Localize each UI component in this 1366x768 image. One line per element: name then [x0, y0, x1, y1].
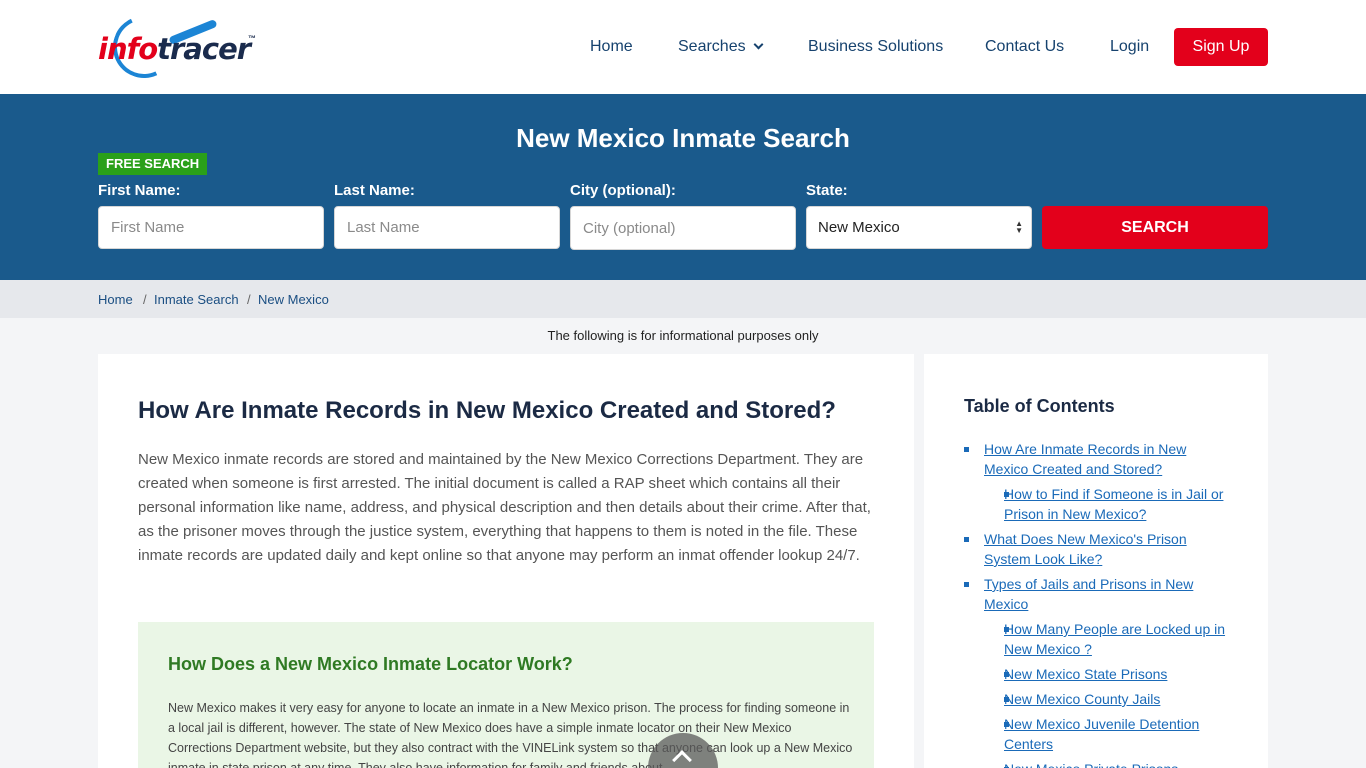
page-title: New Mexico Inmate Search: [516, 123, 850, 153]
state-label: State:: [806, 182, 848, 199]
locator-paragraph: New Mexico makes it very easy for anyone…: [168, 701, 853, 768]
search-button[interactable]: SEARCH: [1042, 206, 1268, 249]
nav-searches[interactable]: Searches: [678, 28, 764, 66]
article-paragraph: New Mexico inmate records are stored and…: [138, 451, 871, 564]
city-input[interactable]: [570, 206, 796, 250]
breadcrumb-separator: /: [247, 292, 251, 307]
nav-login[interactable]: Login: [1110, 28, 1149, 66]
chevron-down-icon: [753, 39, 764, 50]
informational-note: The following is for informational purpo…: [547, 328, 819, 343]
breadcrumb-home[interactable]: Home: [98, 292, 133, 307]
sign-up-button[interactable]: Sign Up: [1174, 28, 1268, 66]
toc-link[interactable]: What Does New Mexico's Prison System Loo…: [984, 529, 1229, 569]
nav-contact-us[interactable]: Contact Us: [985, 28, 1064, 66]
logo-wordmark: infotracer: [98, 32, 251, 66]
infotracer-logo[interactable]: infotracer ™: [98, 7, 263, 87]
table-of-contents: Table of Contents How Are Inmate Records…: [924, 354, 1268, 768]
toc-link[interactable]: New Mexico State Prisons: [1004, 664, 1234, 684]
first-name-input[interactable]: [98, 206, 324, 249]
toc-link[interactable]: New Mexico County Jails: [1004, 689, 1234, 709]
site-header: infotracer ™ Home Searches Business Solu…: [0, 0, 1366, 94]
breadcrumb-new-mexico[interactable]: New Mexico: [258, 292, 329, 307]
toc-link[interactable]: Types of Jails and Prisons in New Mexico: [984, 574, 1204, 614]
logo-info-text: info: [98, 32, 158, 66]
toc-link[interactable]: How to Find if Someone is in Jail or Pri…: [1004, 484, 1249, 524]
breadcrumb: Home / Inmate Search / New Mexico: [0, 280, 1366, 318]
search-hero: New Mexico Inmate Search FREE SEARCH Fir…: [0, 94, 1366, 280]
nav-searches-label: Searches: [678, 38, 746, 55]
toc-bullet-icon: [964, 537, 969, 542]
toc-link[interactable]: New Mexico Private Prisons: [1004, 759, 1234, 768]
free-search-badge: FREE SEARCH: [98, 153, 208, 175]
toc-bullet-icon: [964, 447, 969, 452]
toc-title: Table of Contents: [964, 396, 1115, 416]
article-card: How Are Inmate Records in New Mexico Cre…: [98, 354, 914, 768]
locator-heading: How Does a New Mexico Inmate Locator Wor…: [168, 654, 573, 674]
toc-link[interactable]: How Are Inmate Records in New Mexico Cre…: [984, 439, 1229, 479]
nav-home[interactable]: Home: [590, 28, 633, 66]
last-name-label: Last Name:: [334, 182, 415, 199]
last-name-input[interactable]: [334, 206, 560, 249]
select-arrows-icon: ▲ ▼: [1015, 219, 1023, 235]
breadcrumb-inmate-search[interactable]: Inmate Search: [154, 292, 239, 307]
logo-trademark: ™: [248, 34, 256, 43]
logo-tracer-text: tracer: [157, 32, 251, 66]
breadcrumb-separator: /: [143, 292, 147, 307]
city-label: City (optional):: [570, 182, 676, 199]
state-select-value: New Mexico: [818, 219, 900, 236]
toc-link[interactable]: How Many People are Locked up in New Mex…: [1004, 619, 1234, 659]
article-heading: How Are Inmate Records in New Mexico Cre…: [138, 397, 836, 424]
locator-info-box: How Does a New Mexico Inmate Locator Wor…: [138, 622, 874, 768]
chevron-up-icon: [672, 750, 692, 768]
toc-link[interactable]: New Mexico Juvenile Detention Centers: [1004, 714, 1224, 754]
state-select[interactable]: New Mexico ▲ ▼: [806, 206, 1032, 249]
first-name-label: First Name:: [98, 182, 181, 199]
toc-bullet-icon: [964, 582, 969, 587]
nav-business-solutions[interactable]: Business Solutions: [808, 28, 943, 66]
